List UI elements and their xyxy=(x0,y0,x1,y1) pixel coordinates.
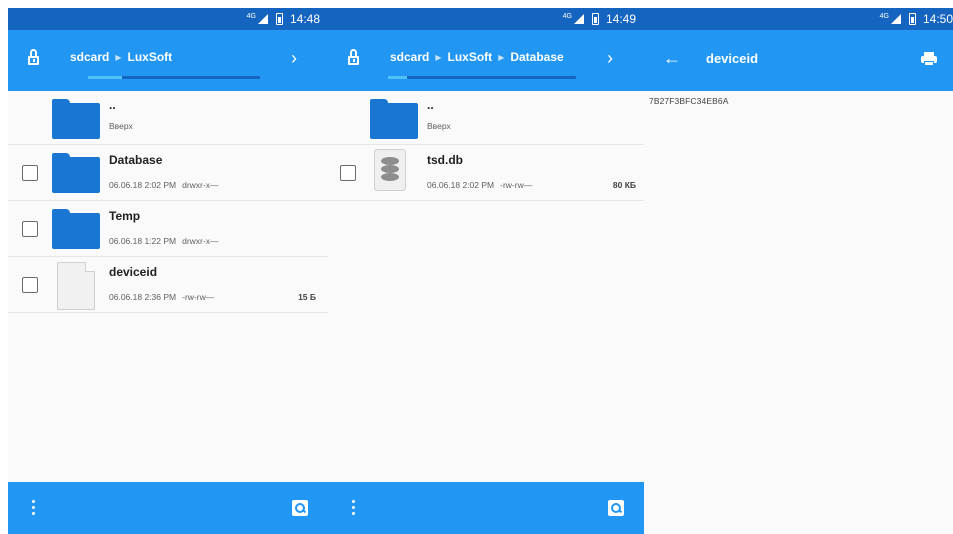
select-checkbox[interactable] xyxy=(22,165,38,181)
list-item[interactable]: tsd.db 06.06.18 2:02 PM -rw-rw— 80 КБ xyxy=(328,145,644,201)
database-icon xyxy=(374,149,406,191)
path-progress-bar xyxy=(88,76,260,79)
status-bar: 4G 14:50 xyxy=(644,8,953,30)
file-name: Database xyxy=(109,153,163,167)
lock-open-icon[interactable] xyxy=(22,46,46,70)
lock-open-icon[interactable] xyxy=(342,46,366,70)
toolbar: sdcard ▶ LuxSoft ▶ Database › xyxy=(328,30,644,91)
select-checkbox[interactable] xyxy=(340,165,356,181)
breadcrumb-separator-icon: ▶ xyxy=(115,52,122,62)
file-date: 06.06.18 2:36 PM xyxy=(109,292,177,302)
file-name: Temp xyxy=(109,209,141,223)
status-time: 14:48 xyxy=(289,12,320,26)
folder-icon xyxy=(52,209,100,249)
file-manager-screen-luxsoft: 4G 14:48 sdcard ▶ LuxSoft › .. Вверх Dat… xyxy=(8,8,328,534)
file-name: .. xyxy=(109,98,116,112)
status-time: 14:49 xyxy=(605,12,636,26)
bottom-bar xyxy=(8,482,328,534)
toolbar: sdcard ▶ LuxSoft › xyxy=(8,30,328,91)
progress-fill xyxy=(88,76,123,79)
network-type: 4G xyxy=(562,12,572,20)
signal-icon xyxy=(573,14,584,24)
document-icon xyxy=(57,262,95,310)
viewer-title: deviceid xyxy=(706,51,759,66)
breadcrumb-separator-icon: ▶ xyxy=(435,52,442,62)
file-name: tsd.db xyxy=(427,153,463,167)
bottom-bar xyxy=(328,482,644,534)
file-content-text: 7B27F3BFC34EB6A xyxy=(649,96,729,106)
arrow-back-icon[interactable]: ← xyxy=(660,46,684,70)
battery-icon xyxy=(275,13,283,25)
file-meta: 06.06.18 2:02 PM -rw-rw— xyxy=(427,180,532,190)
file-date: 06.06.18 2:02 PM xyxy=(109,180,177,190)
network-type: 4G xyxy=(879,12,889,20)
signal-icon xyxy=(257,14,268,24)
status-time: 14:50 xyxy=(922,12,953,26)
folder-icon xyxy=(52,153,100,193)
network-type: 4G xyxy=(246,12,256,20)
file-size: 80 КБ xyxy=(612,180,636,190)
file-date: 06.06.18 1:22 PM xyxy=(109,236,177,246)
file-viewer-screen: 4G 14:50 ← deviceid 7B27F3BFC34EB6A xyxy=(644,8,953,534)
list-item-parent[interactable]: .. Вверх xyxy=(328,91,644,145)
select-checkbox[interactable] xyxy=(22,277,38,293)
file-manager-screen-database: 4G 14:49 sdcard ▶ LuxSoft ▶ Database › .… xyxy=(328,8,644,534)
battery-icon xyxy=(591,13,599,25)
breadcrumb: sdcard ▶ LuxSoft xyxy=(70,50,172,64)
breadcrumb-item-sdcard[interactable]: sdcard xyxy=(390,50,429,64)
battery-icon xyxy=(908,13,916,25)
breadcrumb: sdcard ▶ LuxSoft ▶ Database xyxy=(390,50,564,64)
breadcrumb-item-database[interactable]: Database xyxy=(510,50,563,64)
more-vert-icon[interactable] xyxy=(352,500,356,516)
breadcrumb-separator-icon: ▶ xyxy=(498,52,505,62)
search-icon[interactable] xyxy=(608,500,624,516)
parent-label: Вверх xyxy=(427,121,451,131)
search-icon[interactable] xyxy=(292,500,308,516)
signal-icon xyxy=(890,14,901,24)
file-meta: 06.06.18 2:02 PM drwxr-x— xyxy=(109,180,218,190)
progress-fill xyxy=(388,76,407,79)
status-bar: 4G 14:49 xyxy=(328,8,644,30)
file-meta: 06.06.18 1:22 PM drwxr-x— xyxy=(109,236,218,246)
path-progress-bar xyxy=(388,76,576,79)
list-item-parent[interactable]: .. Вверх xyxy=(8,91,328,145)
more-vert-icon[interactable] xyxy=(32,500,36,516)
file-permissions: drwxr-x— xyxy=(182,180,219,190)
file-permissions: -rw-rw— xyxy=(182,292,215,302)
toolbar: ← deviceid xyxy=(644,30,953,91)
chevron-right-icon[interactable]: › xyxy=(598,46,622,70)
file-size: 15 Б xyxy=(298,292,316,302)
select-checkbox[interactable] xyxy=(22,221,38,237)
file-list: .. Вверх Database 06.06.18 2:02 PM drwxr-… xyxy=(8,91,328,313)
parent-label: Вверх xyxy=(109,121,133,131)
file-permissions: -rw-rw— xyxy=(500,180,533,190)
breadcrumb-item-luxsoft[interactable]: LuxSoft xyxy=(128,50,173,64)
chevron-right-icon[interactable]: › xyxy=(282,46,306,70)
folder-icon xyxy=(52,99,100,139)
file-name: deviceid xyxy=(109,265,158,279)
print-icon[interactable] xyxy=(921,52,937,66)
file-permissions: drwxr-x— xyxy=(182,236,219,246)
file-list: .. Вверх tsd.db 06.06.18 2:02 PM -rw-rw— … xyxy=(328,91,644,201)
file-name: .. xyxy=(427,98,434,112)
list-item[interactable]: Database 06.06.18 2:02 PM drwxr-x— xyxy=(8,145,328,201)
status-bar: 4G 14:48 xyxy=(8,8,328,30)
breadcrumb-item-luxsoft[interactable]: LuxSoft xyxy=(448,50,493,64)
folder-icon xyxy=(370,99,418,139)
file-meta: 06.06.18 2:36 PM -rw-rw— xyxy=(109,292,214,302)
list-item[interactable]: deviceid 06.06.18 2:36 PM -rw-rw— 15 Б xyxy=(8,257,328,313)
breadcrumb-item-sdcard[interactable]: sdcard xyxy=(70,50,109,64)
file-date: 06.06.18 2:02 PM xyxy=(427,180,495,190)
list-item[interactable]: Temp 06.06.18 1:22 PM drwxr-x— xyxy=(8,201,328,257)
